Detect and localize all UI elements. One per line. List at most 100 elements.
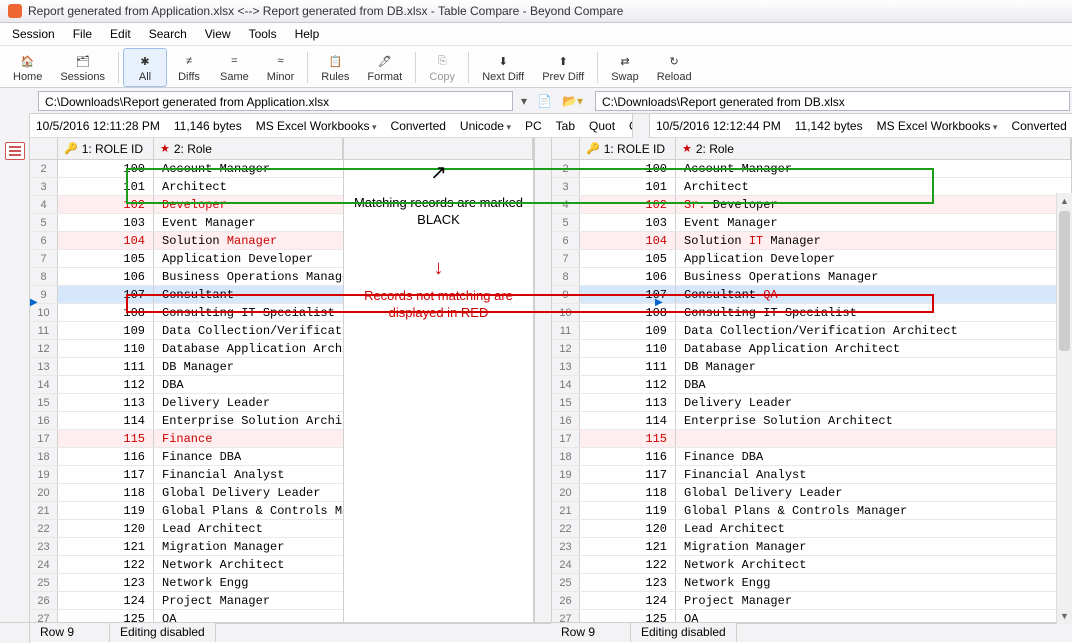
table-row[interactable]: 4102Developer [30, 196, 343, 214]
format-button[interactable]: 🖊Format [358, 48, 411, 87]
prev-diff-button[interactable]: ⬆Prev Diff [533, 48, 593, 87]
table-row[interactable]: 23121Migration Manager [552, 538, 1071, 556]
meta-item[interactable]: MS Excel Workbooks [877, 119, 998, 133]
right-rownum-header[interactable] [552, 138, 580, 159]
table-row[interactable]: 5103Event Manager [552, 214, 1071, 232]
table-row[interactable]: 24122Network Architect [30, 556, 343, 574]
table-row[interactable]: 24122Network Architect [552, 556, 1071, 574]
table-row[interactable]: 14112DBA [30, 376, 343, 394]
reload-button[interactable]: ↻Reload [648, 48, 701, 87]
table-row[interactable]: 8106Business Operations Manager [552, 268, 1071, 286]
cell-role: Enterprise Solution Architect [154, 412, 343, 429]
table-row[interactable]: 16114Enterprise Solution Architect [30, 412, 343, 430]
menu-file[interactable]: File [65, 25, 100, 43]
table-row[interactable]: 9107Consultant [30, 286, 343, 304]
sessions-button[interactable]: 🗂Sessions [51, 48, 114, 87]
scroll-thumb[interactable] [1059, 211, 1070, 351]
table-row[interactable]: 6104Solution Manager [30, 232, 343, 250]
filter-diffs-button[interactable]: ≠Diffs [167, 48, 211, 87]
table-row[interactable]: 18116Finance DBA [30, 448, 343, 466]
table-row[interactable]: 12110Database Application Architect [30, 340, 343, 358]
table-row[interactable]: 9107Consultant QA [552, 286, 1071, 304]
table-row[interactable]: 21119Global Plans & Controls Manager [30, 502, 343, 520]
vertical-scrollbar[interactable]: ▲ ▼ [1056, 193, 1072, 624]
table-row[interactable]: 27125QA [30, 610, 343, 622]
left-path-input[interactable]: C:\Downloads\Report generated from Appli… [38, 91, 513, 111]
menu-tools[interactable]: Tools [241, 25, 285, 43]
table-row[interactable]: 20118Global Delivery Leader [30, 484, 343, 502]
filter-all-button[interactable]: ✱All [123, 48, 167, 87]
table-row[interactable]: 19117Financial Analyst [30, 466, 343, 484]
swap-button[interactable]: ⇄Swap [602, 48, 648, 87]
table-row[interactable]: 13111DB Manager [552, 358, 1071, 376]
table-row[interactable]: 21119Global Plans & Controls Manager [552, 502, 1071, 520]
table-row[interactable]: 18116Finance DBA [552, 448, 1071, 466]
session-icon[interactable] [5, 142, 25, 160]
copy-button[interactable]: ⎘Copy [420, 48, 464, 87]
left-col2-header[interactable]: ★2: Role [154, 138, 343, 159]
table-row[interactable]: 8106Business Operations Manager [30, 268, 343, 286]
cell-role: Financial Analyst [676, 466, 1071, 483]
table-row[interactable]: 3101Architect [552, 178, 1071, 196]
table-row[interactable]: 12110Database Application Architect [552, 340, 1071, 358]
scroll-down-icon[interactable]: ▼ [1057, 608, 1072, 624]
table-row[interactable]: 7105Application Developer [552, 250, 1071, 268]
table-row[interactable]: 25123Network Engg [552, 574, 1071, 592]
table-row[interactable]: 2100Account Manager [30, 160, 343, 178]
table-row[interactable]: 26124Project Manager [552, 592, 1071, 610]
table-row[interactable]: 10108Consulting IT Specialist [552, 304, 1071, 322]
table-row[interactable]: 20118Global Delivery Leader [552, 484, 1071, 502]
meta-item[interactable]: MS Excel Workbooks [256, 119, 377, 133]
table-row[interactable]: 17115 [552, 430, 1071, 448]
left-rows[interactable]: 2100Account Manager3101Architect4102Deve… [30, 160, 343, 622]
table-row[interactable]: 23121Migration Manager [30, 538, 343, 556]
scroll-up-icon[interactable]: ▲ [1057, 193, 1072, 209]
browse-icon[interactable]: 📄 [533, 94, 556, 108]
table-row[interactable]: 13111DB Manager [30, 358, 343, 376]
right-path-input[interactable]: C:\Downloads\Report generated from DB.xl… [595, 91, 1070, 111]
table-row[interactable]: 26124Project Manager [30, 592, 343, 610]
table-row[interactable]: 17115Finance [30, 430, 343, 448]
menu-help[interactable]: Help [287, 25, 328, 43]
table-row[interactable]: 7105Application Developer [30, 250, 343, 268]
dropdown-icon[interactable]: ▾ [521, 94, 527, 108]
open-folder-icon[interactable]: 📂▾ [562, 94, 587, 108]
splitter[interactable] [534, 138, 552, 622]
table-row[interactable]: 11109Data Collection/Verification Archit… [552, 322, 1071, 340]
left-hscroll[interactable] [216, 623, 551, 637]
table-row[interactable]: 14112DBA [552, 376, 1071, 394]
table-row[interactable]: 4102Sr. Developer [552, 196, 1071, 214]
menu-search[interactable]: Search [141, 25, 195, 43]
table-row[interactable]: 25123Network Engg [30, 574, 343, 592]
menu-edit[interactable]: Edit [102, 25, 139, 43]
table-row[interactable]: 22120Lead Architect [30, 520, 343, 538]
table-row[interactable]: 5103Event Manager [30, 214, 343, 232]
filter-minor-button[interactable]: ≈Minor [258, 48, 304, 87]
right-rows[interactable]: 2100Account Manager3101Architect4102Sr. … [552, 160, 1071, 622]
table-row[interactable]: 10108Consulting IT Specialist [30, 304, 343, 322]
table-row[interactable]: 11109Data Collection/Verification Archit… [30, 322, 343, 340]
cell-role: Architect [154, 178, 343, 195]
home-button[interactable]: 🏠Home [4, 48, 51, 87]
table-row[interactable]: 3101Architect [30, 178, 343, 196]
table-row[interactable]: 19117Financial Analyst [552, 466, 1071, 484]
cell-role-id: 115 [580, 430, 676, 447]
menu-view[interactable]: View [197, 25, 239, 43]
next-diff-button[interactable]: ⬇Next Diff [473, 48, 533, 87]
table-row[interactable]: 15113Delivery Leader [552, 394, 1071, 412]
filter-same-button[interactable]: =Same [211, 48, 258, 87]
table-row[interactable]: 15113Delivery Leader [30, 394, 343, 412]
left-col1-header[interactable]: 🔑1: ROLE ID [58, 138, 154, 159]
meta-item[interactable]: Unicode [460, 119, 511, 133]
table-row[interactable]: 27125QA [552, 610, 1071, 622]
right-hscroll[interactable] [737, 623, 1072, 637]
right-col2-header[interactable]: ★2: Role [676, 138, 1071, 159]
table-row[interactable]: 6104Solution IT Manager [552, 232, 1071, 250]
rules-button[interactable]: 📋Rules [312, 48, 358, 87]
menu-session[interactable]: Session [4, 25, 63, 43]
right-col1-header[interactable]: 🔑1: ROLE ID [580, 138, 676, 159]
table-row[interactable]: 2100Account Manager [552, 160, 1071, 178]
left-rownum-header[interactable] [30, 138, 58, 159]
table-row[interactable]: 22120Lead Architect [552, 520, 1071, 538]
table-row[interactable]: 16114Enterprise Solution Architect [552, 412, 1071, 430]
